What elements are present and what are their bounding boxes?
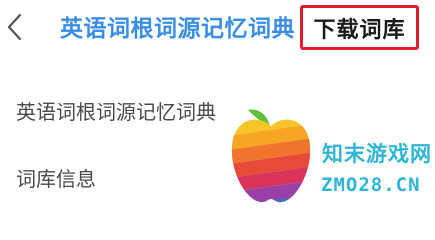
page-title: 英语词根词源记忆词典 bbox=[60, 16, 295, 42]
watermark-site-url: ZMO28.CN bbox=[321, 174, 421, 196]
watermark-site-name: 知末游戏网 bbox=[322, 142, 432, 166]
watermark: 知末游戏网 ZMO28.CN bbox=[226, 104, 435, 206]
chevron-left-icon bbox=[7, 13, 22, 41]
back-button[interactable] bbox=[2, 10, 32, 44]
apple-logo-icon bbox=[231, 109, 311, 203]
download-wordbank-button[interactable]: 下载词库 bbox=[300, 5, 419, 50]
top-bar: 英语词根词源记忆词典 下载词库 bbox=[0, 0, 435, 56]
list-item-dictionary[interactable]: 英语词根词源记忆词典 bbox=[16, 96, 216, 125]
list-item-wordbank-info[interactable]: 词库信息 bbox=[16, 163, 96, 192]
